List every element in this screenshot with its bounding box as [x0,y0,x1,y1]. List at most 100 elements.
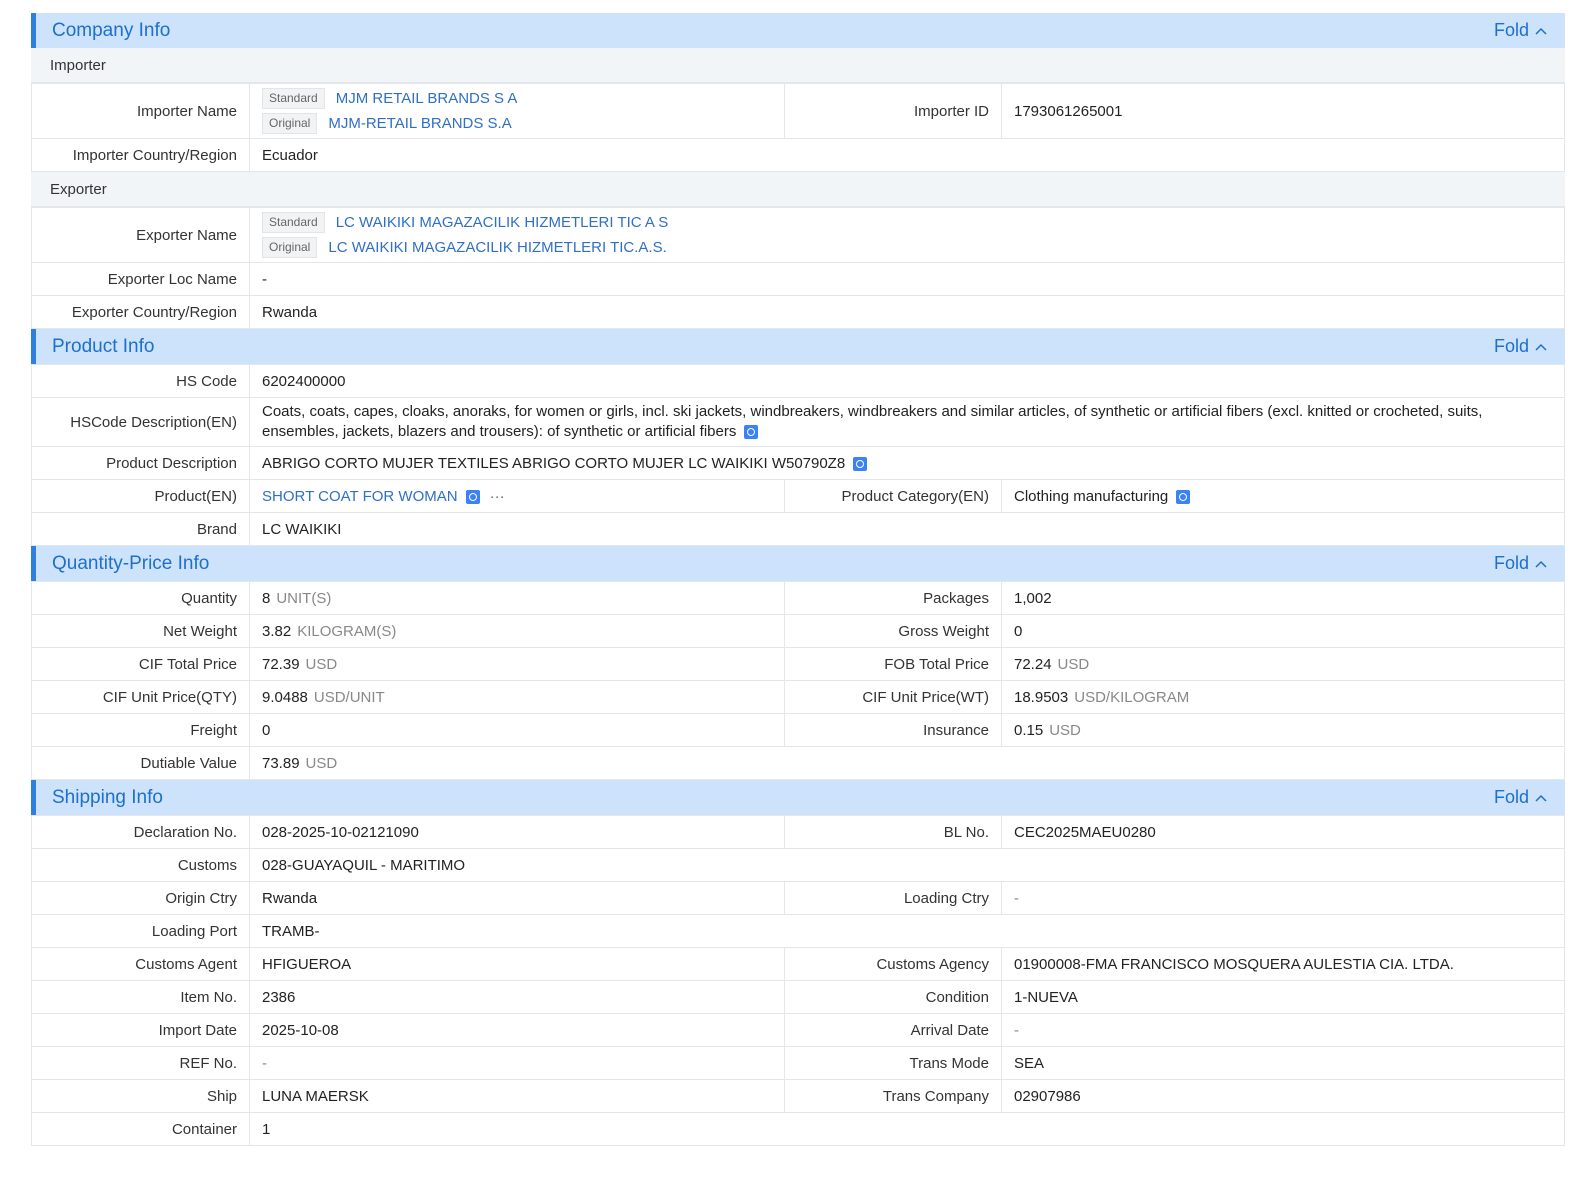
fold-toggle[interactable]: Fold [1494,20,1547,41]
table-row: Customs 028-GUAYAQUIL - MARITIMO [31,848,1565,882]
field-label: Import Date [31,1013,250,1047]
ref-value: - [249,1046,785,1080]
field-label: Dutiable Value [31,746,250,780]
table-row: Product Description ABRIGO CORTO MUJER T… [31,446,1565,480]
cif-total-value: 72.39 [262,655,300,673]
chevron-up-icon [1535,560,1547,568]
field-label: FOB Total Price [784,647,1002,681]
importer-id-value: 1793061265001 [1001,83,1565,139]
field-label: Importer Country/Region [31,138,250,172]
table-row: Net Weight 3.82 KILOGRAM(S) Gross Weight … [31,614,1565,648]
fold-toggle[interactable]: Fold [1494,553,1547,574]
unit-label: UNIT(S) [276,589,332,607]
fob-total-cell: 72.24 USD [1001,647,1565,681]
origin-value: Rwanda [249,881,785,915]
field-label: Customs [31,848,250,882]
field-label: Packages [784,581,1002,615]
field-label: Loading Port [31,914,250,948]
section-title: Quantity-Price Info [52,552,210,574]
quantity-value: 8 [262,589,271,607]
hs-desc-cell: Coats, coats, capes, cloaks, anoraks, fo… [249,397,1565,447]
translate-icon[interactable] [744,425,759,440]
table-row: Origin Ctry Rwanda Loading Ctry - [31,881,1565,915]
table-row: Product(EN) SHORT COAT FOR WOMAN ··· Prod… [31,479,1565,513]
exporter-subheading: Exporter [31,172,1565,207]
field-label: Trans Company [784,1079,1002,1113]
fold-toggle[interactable]: Fold [1494,787,1547,808]
translate-icon[interactable] [465,489,480,504]
table-row: Ship LUNA MAERSK Trans Company 02907986 [31,1079,1565,1113]
freight-value: 0 [249,713,785,747]
field-label: Brand [31,512,250,546]
chevron-up-icon [1535,343,1547,351]
original-tag: Original [262,237,318,258]
product-en-cell: SHORT COAT FOR WOMAN ··· [249,479,785,513]
fold-toggle[interactable]: Fold [1494,336,1547,357]
importer-name-original-link[interactable]: MJM-RETAIL BRANDS S.A [328,115,511,132]
standard-tag: Standard [262,88,325,109]
fold-label: Fold [1493,787,1529,807]
importer-country-value: Ecuador [249,138,1565,172]
category-value: Clothing manufacturing [1014,487,1169,505]
cif-unit-wt-value: 18.9503 [1014,688,1069,706]
field-label: Importer ID [784,83,1002,139]
shipping-table: Declaration No. 028-2025-10-02121090 BL … [31,815,1565,1146]
field-label: Condition [784,980,1002,1014]
field-label: Customs Agent [31,947,250,981]
bl-value: CEC2025MAEU0280 [1001,815,1565,849]
import-date-value: 2025-10-08 [249,1013,785,1047]
field-label: CIF Unit Price(WT) [784,680,1002,714]
field-label: Exporter Name [31,207,250,263]
arrival-value: - [1001,1013,1565,1047]
net-weight-value: 3.82 [262,622,292,640]
field-label: Origin Ctry [31,881,250,915]
table-row: Exporter Loc Name - [31,262,1565,296]
importer-table: Importer Name Standard MJM RETAIL BRANDS … [31,83,1565,172]
exporter-name-original-link[interactable]: LC WAIKIKI MAGAZACILIK HIZMETLERI TIC.A.… [328,239,666,256]
field-label: Arrival Date [784,1013,1002,1047]
quantity-price-header: Quantity-Price Info Fold [31,546,1565,581]
exporter-table: Exporter Name Standard LC WAIKIKI MAGAZAC… [31,207,1565,329]
unit-label: USD [305,754,338,772]
original-tag: Original [262,113,318,134]
field-label: HSCode Description(EN) [31,397,250,447]
category-cell: Clothing manufacturing [1001,479,1565,513]
dutiable-cell: 73.89 USD [249,746,1565,780]
table-row: Declaration No. 028-2025-10-02121090 BL … [31,815,1565,849]
quantity-cell: 8 UNIT(S) [249,581,785,615]
table-row: Import Date 2025-10-08 Arrival Date - [31,1013,1565,1047]
product-en-link[interactable]: SHORT COAT FOR WOMAN [262,488,458,505]
hs-desc-value: Coats, coats, capes, cloaks, anoraks, fo… [262,403,1483,440]
table-row: Exporter Country/Region Rwanda [31,295,1565,329]
table-row: Dutiable Value 73.89 USD [31,746,1565,780]
net-weight-cell: 3.82 KILOGRAM(S) [249,614,785,648]
field-label: Exporter Loc Name [31,262,250,296]
exporter-name-standard-link[interactable]: LC WAIKIKI MAGAZACILIK HIZMETLERI TIC A … [336,214,669,231]
company-info-header: Company Info Fold [31,13,1565,48]
table-row: Quantity 8 UNIT(S) Packages 1,002 [31,581,1565,615]
trans-company-value: 02907986 [1001,1079,1565,1113]
field-label: Product Category(EN) [784,479,1002,513]
product-desc-value: ABRIGO CORTO MUJER TEXTILES ABRIGO CORTO… [262,454,846,472]
chevron-up-icon [1535,27,1547,35]
condition-value: 1-NUEVA [1001,980,1565,1014]
field-label: CIF Total Price [31,647,250,681]
importer-name-standard-link[interactable]: MJM RETAIL BRANDS S A [336,90,518,107]
unit-label: USD [305,655,338,673]
field-label: Item No. [31,980,250,1014]
ship-value: LUNA MAERSK [249,1079,785,1113]
field-label: Gross Weight [784,614,1002,648]
field-label: Trans Mode [784,1046,1002,1080]
fold-label: Fold [1493,553,1529,573]
trans-mode-value: SEA [1001,1046,1565,1080]
translate-icon[interactable] [1176,489,1191,504]
product-info-header: Product Info Fold [31,329,1565,364]
more-icon[interactable]: ··· [490,488,505,505]
shipping-info-header: Shipping Info Fold [31,780,1565,815]
table-row: Customs Agent HFIGUEROA Customs Agency 0… [31,947,1565,981]
translate-icon[interactable] [853,456,868,471]
container-value: 1 [249,1112,1565,1146]
section-title: Company Info [52,19,171,41]
field-label: Ship [31,1079,250,1113]
table-row: Item No. 2386 Condition 1-NUEVA [31,980,1565,1014]
